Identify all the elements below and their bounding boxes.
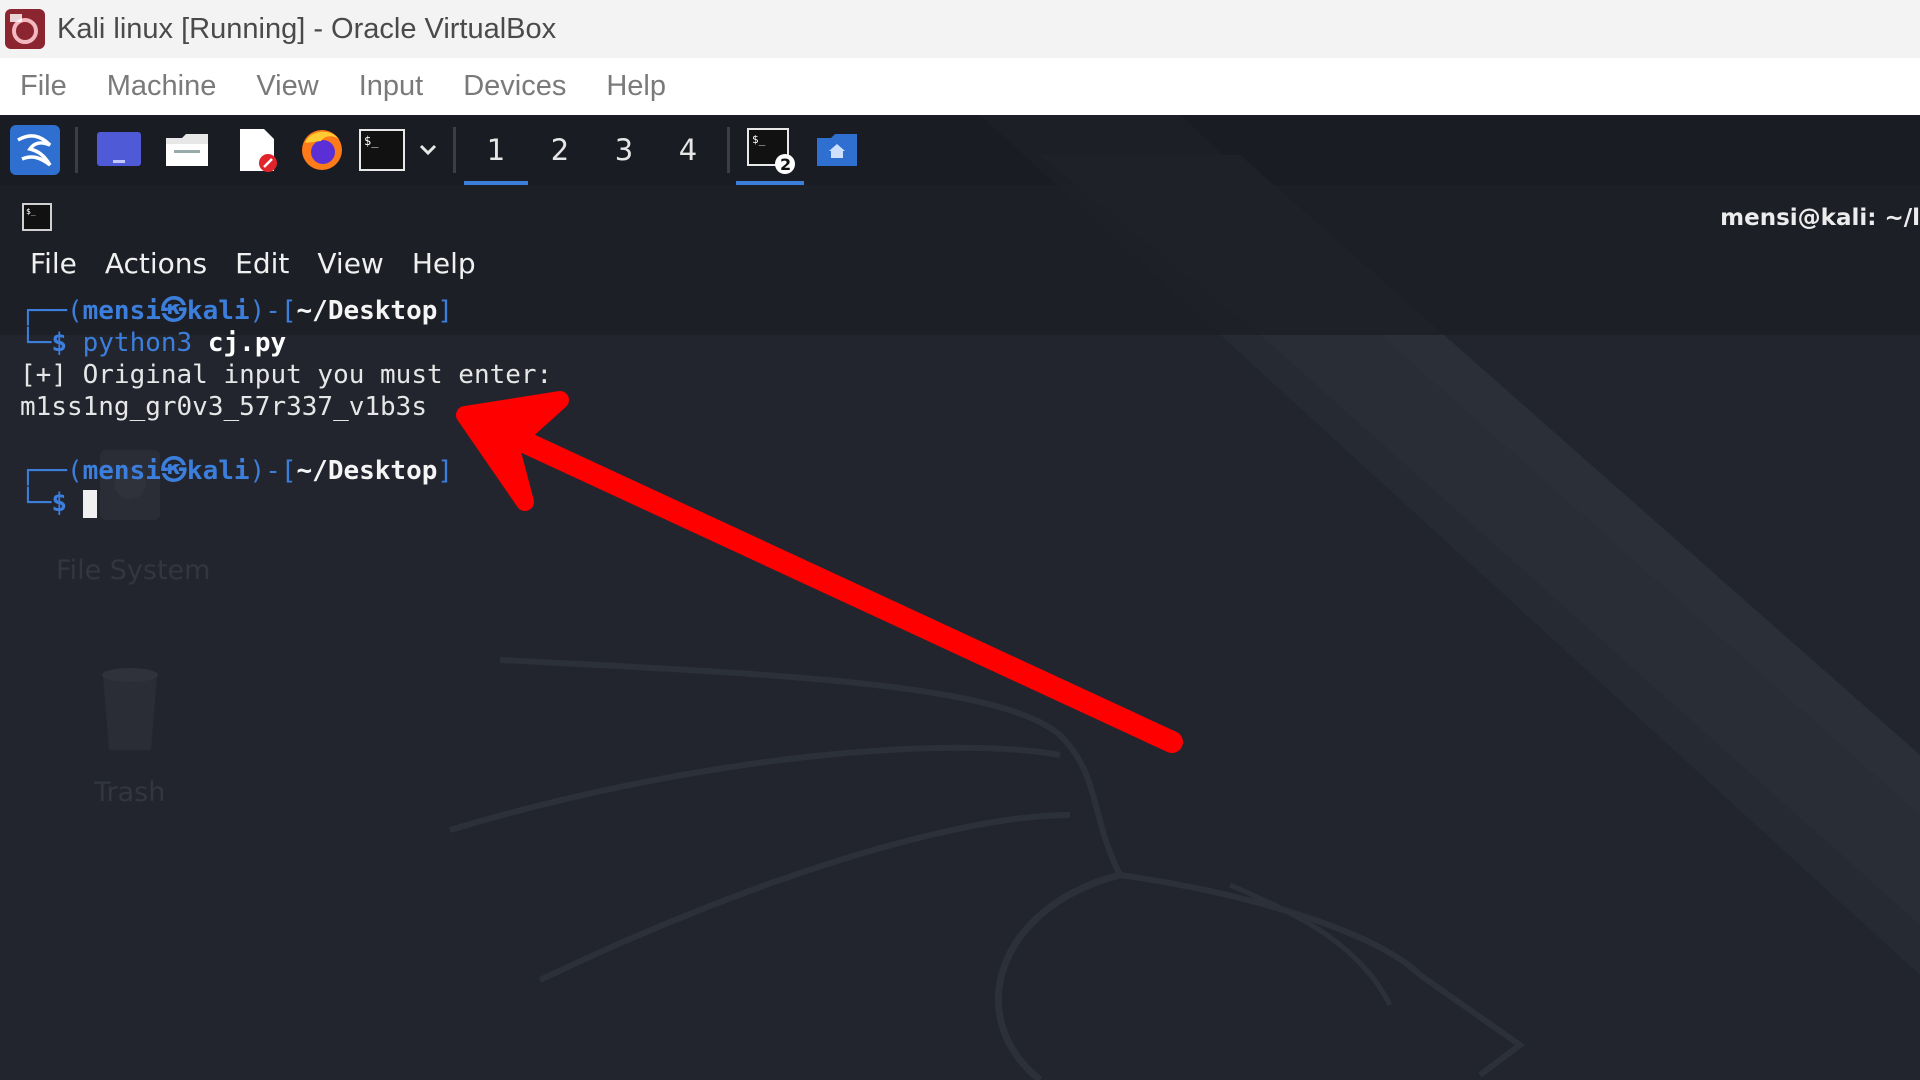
text-cursor bbox=[82, 489, 97, 518]
svg-text:$_: $_ bbox=[752, 133, 766, 146]
output-line: [+] Original input you must enter: bbox=[20, 360, 553, 390]
input-line[interactable]: └─$ bbox=[20, 487, 97, 519]
desktop-icon[interactable] bbox=[95, 125, 143, 175]
vbox-menu-devices[interactable]: Devices bbox=[443, 70, 586, 103]
firefox-icon[interactable] bbox=[298, 125, 346, 175]
terminal-menu-view[interactable]: View bbox=[303, 247, 397, 280]
command-name: python3 bbox=[82, 328, 193, 358]
terminal-icon[interactable]: $_ bbox=[358, 125, 406, 175]
terminal-count-badge: 2 bbox=[780, 155, 791, 174]
workspace-2[interactable]: 2 bbox=[528, 125, 592, 175]
prompt-path: ~/Desktop bbox=[296, 296, 438, 326]
prompt-line: ┌──(mensi㉿kali)-[~/Desktop] bbox=[20, 296, 454, 326]
terminal-menu-file[interactable]: File bbox=[16, 247, 91, 280]
trash-icon bbox=[102, 668, 158, 750]
file-manager-icon[interactable] bbox=[163, 125, 211, 175]
window-title: Kali linux [Running] - Oracle VirtualBox bbox=[57, 12, 557, 45]
prompt-path: ~/Desktop bbox=[296, 456, 438, 486]
desktop-icon-label: Trash bbox=[94, 777, 166, 808]
terminal-menubar: File Actions Edit View Help bbox=[16, 247, 490, 280]
vbox-menu-input[interactable]: Input bbox=[339, 70, 444, 103]
vbox-menu-machine[interactable]: Machine bbox=[87, 70, 237, 103]
terminal-menu-edit[interactable]: Edit bbox=[221, 247, 303, 280]
vbox-menubar: File Machine View Input Devices Help bbox=[0, 58, 1920, 115]
text-editor-icon[interactable] bbox=[233, 125, 281, 175]
workspace-1[interactable]: 1 bbox=[464, 125, 528, 185]
terminal-app-icon: $_ bbox=[22, 203, 52, 231]
terminal-title: mensi@kali: ~/l bbox=[1720, 205, 1920, 231]
taskbar-panel: $_ 1 2 3 4 $_ 2 bbox=[0, 115, 1920, 185]
workspace-label: 2 bbox=[550, 133, 570, 167]
virtualbox-logo-icon bbox=[5, 9, 45, 49]
command-line: └─$ python3 cj.py bbox=[20, 328, 287, 358]
svg-text:$_: $_ bbox=[364, 134, 379, 148]
workspace-label: 3 bbox=[614, 133, 634, 167]
vbox-menu-file[interactable]: File bbox=[0, 70, 87, 103]
flag-output-line: m1ss1ng_gr0v3_57r337_v1b3s bbox=[20, 392, 427, 422]
kali-menu-icon[interactable] bbox=[8, 125, 62, 175]
home-folder-icon[interactable] bbox=[812, 125, 862, 175]
command-arg: cj.py bbox=[207, 328, 287, 358]
prompt-user: mensi bbox=[82, 456, 161, 486]
workspace-4[interactable]: 4 bbox=[656, 125, 720, 175]
vbox-menu-view[interactable]: View bbox=[236, 70, 338, 103]
workspace-label: 4 bbox=[678, 133, 698, 167]
svg-text:$_: $_ bbox=[26, 207, 36, 216]
prompt-host: kali bbox=[186, 296, 250, 326]
workspace-3[interactable]: 3 bbox=[592, 125, 656, 175]
chevron-down-icon[interactable] bbox=[414, 125, 442, 175]
prompt-host: kali bbox=[186, 456, 250, 486]
terminal-window-task[interactable]: $_ 2 bbox=[736, 125, 804, 185]
vbox-titlebar: Kali linux [Running] - Oracle VirtualBox bbox=[0, 0, 1920, 58]
prompt-line: ┌──(mensi㉿kali)-[~/Desktop] bbox=[20, 456, 454, 486]
prompt-user: mensi bbox=[82, 296, 161, 326]
desktop-icon-label: File System bbox=[56, 555, 211, 586]
guest-display[interactable]: File System Trash $_ 1 2 3 4 $_ 2 $_ men… bbox=[0, 115, 1920, 1080]
terminal-menu-actions[interactable]: Actions bbox=[91, 247, 221, 280]
vbox-menu-help[interactable]: Help bbox=[586, 70, 686, 103]
terminal-menu-help[interactable]: Help bbox=[398, 247, 490, 280]
terminal-window-icon: $_ 2 bbox=[747, 128, 795, 174]
workspace-label: 1 bbox=[486, 133, 506, 167]
